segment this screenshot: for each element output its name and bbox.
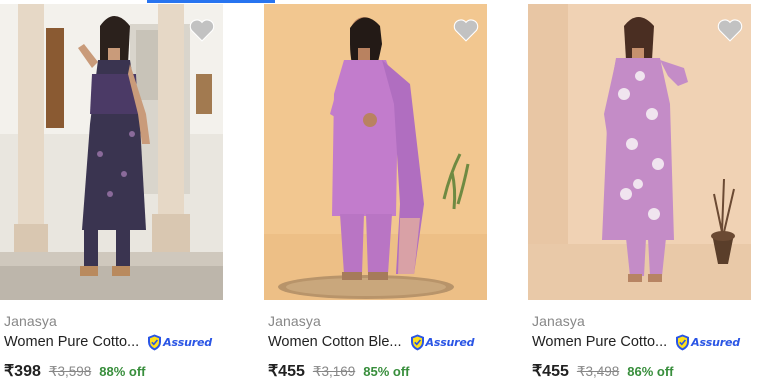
product-price: ₹398 [4,363,41,380]
assured-label: Assured [163,335,212,349]
product-brand: Janasya [268,313,321,329]
product-brand: Janasya [4,313,57,329]
shield-icon [148,334,162,350]
product-image[interactable] [0,4,223,300]
heart-icon[interactable] [453,18,479,42]
product-card[interactable]: Janasya Women Cotton Ble... Assured ₹455… [264,4,487,384]
product-title[interactable]: Women Pure Cotto... [532,334,667,350]
product-price: ₹455 [268,363,305,380]
product-discount: 86% off [627,364,674,379]
product-title[interactable]: Women Pure Cotto... [4,334,139,350]
assured-label: Assured [425,335,475,349]
heart-icon[interactable] [717,18,743,42]
product-title[interactable]: Women Cotton Ble... [268,334,402,350]
product-image[interactable] [528,4,751,300]
product-photo [0,4,223,300]
assured-badge: Assured [675,333,740,351]
product-mrp: ₹3,598 [48,364,92,379]
active-tab-indicator [147,0,275,3]
product-card[interactable]: Janasya Women Pure Cotto... Assured ₹455… [528,4,751,384]
product-price: ₹455 [532,363,569,380]
product-discount: 85% off [363,364,410,379]
product-mrp: ₹3,169 [312,364,356,379]
shield-icon [410,334,424,350]
product-discount: 88% off [99,364,146,379]
product-card[interactable]: Janasya Women Pure Cotto... Assured ₹398… [0,4,223,384]
assured-badge: Assured [410,333,475,351]
shield-icon [676,334,690,350]
product-image[interactable] [264,4,487,300]
product-brand: Janasya [532,313,585,329]
product-photo [528,4,751,300]
product-mrp: ₹3,498 [576,364,620,379]
heart-icon[interactable] [189,18,215,42]
assured-badge: Assured [147,333,212,351]
product-photo [264,4,487,300]
assured-label: Assured [691,335,740,349]
